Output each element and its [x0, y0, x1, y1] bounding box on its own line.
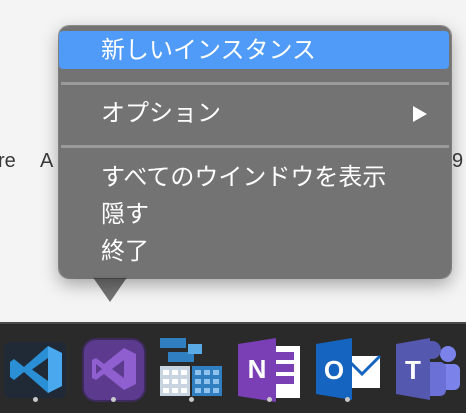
menu-item-quit[interactable]: 終了: [59, 232, 451, 270]
menu-item-show-all-windows[interactable]: すべてのウインドウを表示: [59, 158, 451, 196]
running-indicator: [33, 397, 38, 402]
svg-text:O: O: [324, 355, 344, 385]
running-indicator: [345, 397, 350, 402]
dock-context-menu: 新しいインスタンス オプション すべてのウインドウを表示 隠す 終了: [59, 26, 451, 278]
dock: N O T: [0, 322, 466, 413]
background-text-middle: A: [40, 150, 54, 172]
onenote-icon[interactable]: N: [236, 334, 304, 402]
running-indicator: [111, 397, 116, 402]
menu-item-options[interactable]: オプション: [59, 94, 451, 132]
svg-text:N: N: [248, 354, 267, 384]
submenu-arrow-icon: [413, 106, 427, 122]
teams-icon[interactable]: T: [394, 334, 462, 402]
menu-separator: [61, 82, 449, 85]
desktop-stage: re A 9 新しいインスタンス オプション すべてのウインドウを表示 隠す 終…: [0, 0, 466, 413]
menu-separator: [61, 145, 449, 148]
background-text-left: re: [0, 150, 16, 172]
azure-data-studio-icon[interactable]: [158, 334, 226, 402]
menu-item-label: 終了: [101, 237, 149, 265]
menu-item-new-instance[interactable]: 新しいインスタンス: [59, 31, 449, 69]
menu-item-hide[interactable]: 隠す: [59, 195, 451, 233]
menu-item-label: すべてのウインドウを表示: [101, 163, 387, 191]
outlook-icon[interactable]: O: [314, 334, 382, 402]
menu-item-label: 隠す: [101, 200, 149, 228]
svg-text:T: T: [405, 355, 421, 385]
running-indicator: [267, 397, 272, 402]
menu-item-label: 新しいインスタンス: [101, 36, 317, 64]
context-menu-pointer: [92, 276, 128, 302]
visual-studio-icon[interactable]: [80, 334, 148, 402]
background-text-right: 9: [452, 150, 464, 172]
menu-item-label: オプション: [101, 99, 221, 127]
visual-studio-code-icon[interactable]: [2, 334, 70, 402]
running-indicator: [189, 397, 194, 402]
